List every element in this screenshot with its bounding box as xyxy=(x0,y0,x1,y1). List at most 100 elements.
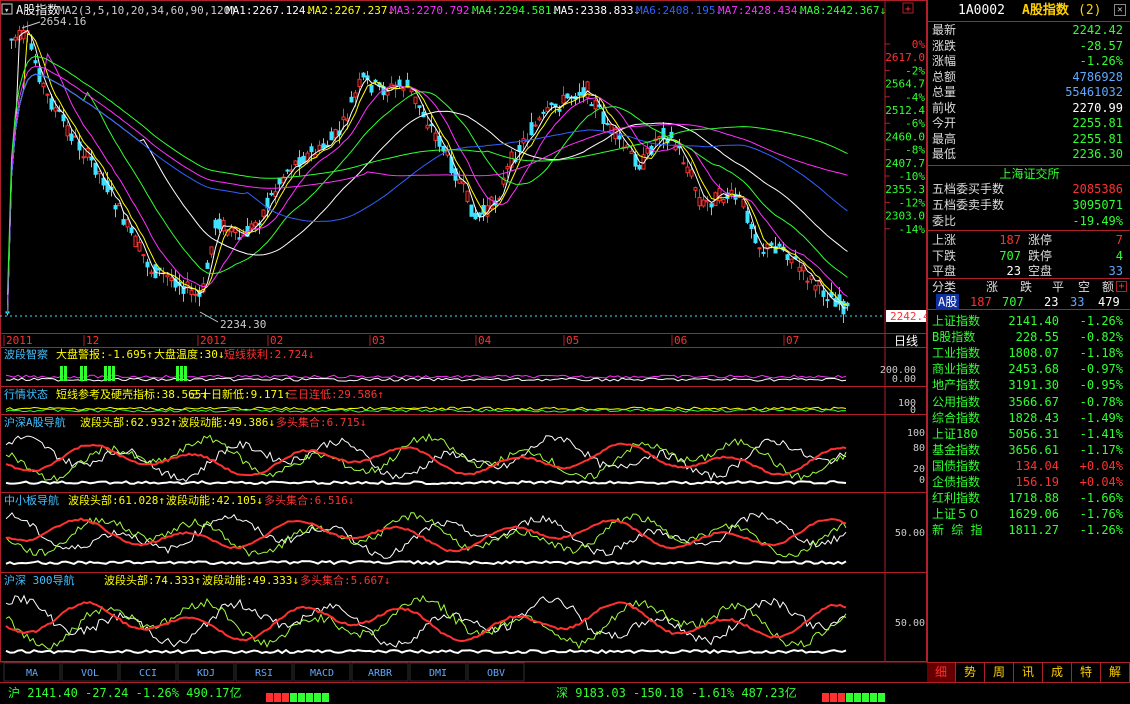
price-axis-label: 2564.7 xyxy=(885,78,925,91)
quote-label: 涨跌 xyxy=(932,38,957,53)
breadth-value: 33 xyxy=(1108,264,1123,278)
side-tab[interactable]: 细 xyxy=(927,663,956,682)
index-row[interactable]: 公用指数 3566.67 -0.78% xyxy=(928,394,1130,410)
candle-body xyxy=(681,162,686,165)
panel-value: 短线参考及硬壳指标:38.565↓ xyxy=(56,387,208,401)
candle-body xyxy=(137,241,142,252)
quote-label: 总额 xyxy=(932,69,957,84)
candle-body xyxy=(29,43,34,50)
index-row[interactable]: 上证指数 2141.40 -1.26% xyxy=(928,313,1130,329)
ma-label: MA5:2338.833↓ xyxy=(554,4,640,17)
index-change: -1.26% xyxy=(1079,523,1123,538)
side-tab[interactable]: 势 xyxy=(956,663,985,682)
candle-body xyxy=(261,209,266,217)
panel-value: 多头集合:6.715↓ xyxy=(276,415,366,429)
expand-icon[interactable]: + xyxy=(1116,281,1127,292)
quote-label: 涨幅 xyxy=(932,54,957,68)
candle-body xyxy=(461,181,466,185)
exchange-title: 上海证交所 xyxy=(928,165,1130,182)
index-row[interactable]: 新 综 指 1811.27 -1.26% xyxy=(928,522,1130,538)
index-row[interactable]: B股指数 228.55 -0.82% xyxy=(928,329,1130,345)
index-row[interactable]: 基金指数 3656.61 -1.17% xyxy=(928,442,1130,458)
category-row[interactable]: A股 187 707 23 33 479 xyxy=(928,294,1130,310)
sh-status[interactable]: 沪 2141.40 -27.24 -1.26% 490.17亿 xyxy=(8,683,242,703)
index-name: 工业指数 xyxy=(932,346,981,361)
index-value: 2141.40 xyxy=(1008,314,1059,328)
category-col-header: 跌 xyxy=(1020,280,1033,294)
index-row[interactable]: 红利指数 1718.88 -1.66% xyxy=(928,490,1130,506)
depth-label: 委比 xyxy=(932,214,957,228)
candle-body xyxy=(561,94,566,104)
index-row[interactable]: 商业指数 2453.68 -0.97% xyxy=(928,361,1130,377)
index-row[interactable]: 上证180 5056.31 -1.41% xyxy=(928,426,1130,442)
sz-status[interactable]: 深 9183.03 -150.18 -1.61% 487.23亿 xyxy=(556,683,797,703)
panel-value: 多头集合:6.516↓ xyxy=(264,493,354,507)
index-value: 1718.88 xyxy=(1008,491,1059,506)
price-axis-label: -14% xyxy=(899,223,926,236)
side-tab[interactable]: 成 xyxy=(1043,663,1072,682)
index-row[interactable]: 国债指数 134.04 +0.04% xyxy=(928,458,1130,474)
candle-body xyxy=(369,84,374,93)
quote-row: 最低 2236.30 xyxy=(928,146,1130,162)
candle-body xyxy=(601,111,606,125)
candle-body xyxy=(709,203,714,208)
breadth-row: 下跌 707 跌停 4 xyxy=(928,248,1130,264)
category-col-header: 平 xyxy=(1052,280,1065,294)
panel-value: 多头集合:5.667↓ xyxy=(300,573,390,587)
candle-body xyxy=(169,277,174,282)
quote-label: 总量 xyxy=(932,85,957,99)
quote-value: -28.57 xyxy=(1079,38,1123,53)
candle-body xyxy=(309,146,314,153)
close-icon[interactable]: ✕ xyxy=(1114,4,1126,16)
index-value: 1811.27 xyxy=(1008,523,1059,538)
candles[interactable] xyxy=(5,21,850,323)
candle-body xyxy=(41,82,46,88)
category-cell: 33 xyxy=(1070,295,1085,309)
indicator-tab-label: OBV xyxy=(487,668,505,679)
candle-body xyxy=(333,129,338,139)
price-axis-label: -12% xyxy=(899,196,926,209)
last-price-label: 2242.4 xyxy=(890,310,927,323)
index-row[interactable]: 企债指数 156.19 +0.04% xyxy=(928,474,1130,490)
candle-body xyxy=(589,104,594,107)
category-cell: A股 xyxy=(936,294,960,310)
index-name: B股指数 xyxy=(932,330,976,345)
indicator-tab-label: DMI xyxy=(429,668,447,679)
index-value: 134.04 xyxy=(1015,458,1059,473)
side-tab[interactable]: 周 xyxy=(985,663,1014,682)
quote-label: 最高 xyxy=(932,131,957,146)
candle-body xyxy=(189,289,194,295)
breadth-label: 跌停 xyxy=(1028,248,1053,263)
index-row[interactable]: 工业指数 1808.07 -1.18% xyxy=(928,345,1130,361)
oscillator-line xyxy=(5,377,847,382)
depth-row: 五档委卖手数 3095071 xyxy=(928,197,1130,213)
side-tab-bar: 细势周讯成特解 xyxy=(927,662,1130,682)
index-row[interactable]: 地产指数 3191.30 -0.95% xyxy=(928,377,1130,393)
depth-value: 2085386 xyxy=(1072,182,1123,196)
breadth-value: 7 xyxy=(1115,233,1123,247)
month-label: 04 xyxy=(478,334,492,347)
panel-name: 中小板导航 xyxy=(4,493,59,507)
panel-value: 波段头部:62.932↑ xyxy=(80,415,177,429)
index-row[interactable]: 上证５０ 1629.06 -1.76% xyxy=(928,506,1130,522)
month-label: 02 xyxy=(270,334,283,347)
index-value: 1808.07 xyxy=(1008,346,1059,361)
quote-row: 今开 2255.81 xyxy=(928,115,1130,131)
panel-value: 大盘警报:-1.695↑ xyxy=(56,347,153,361)
period-label[interactable]: 日线 xyxy=(894,334,918,348)
side-tab[interactable]: 特 xyxy=(1072,663,1101,682)
index-value: 1629.06 xyxy=(1008,507,1059,522)
depth-label: 五档委买手数 xyxy=(932,182,1005,196)
panel-axis: 50.00 xyxy=(895,618,925,629)
candle-body xyxy=(549,102,554,106)
side-tab[interactable]: 解 xyxy=(1101,663,1130,682)
depth-row: 委比 -19.49% xyxy=(928,213,1130,229)
candle-body xyxy=(129,227,134,234)
index-name: 上证180 xyxy=(932,426,978,441)
side-tab[interactable]: 讯 xyxy=(1014,663,1043,682)
index-row[interactable]: 综合指数 1828.43 -1.49% xyxy=(928,410,1130,426)
month-label: 12 xyxy=(86,334,99,347)
candle-body xyxy=(277,178,282,185)
quote-row: 最新 2242.42 xyxy=(928,22,1130,38)
main-chart-area[interactable]: ▾ A股指数MA2(3,5,10,20,34,60,90,120)MA1:2267… xyxy=(0,0,927,682)
